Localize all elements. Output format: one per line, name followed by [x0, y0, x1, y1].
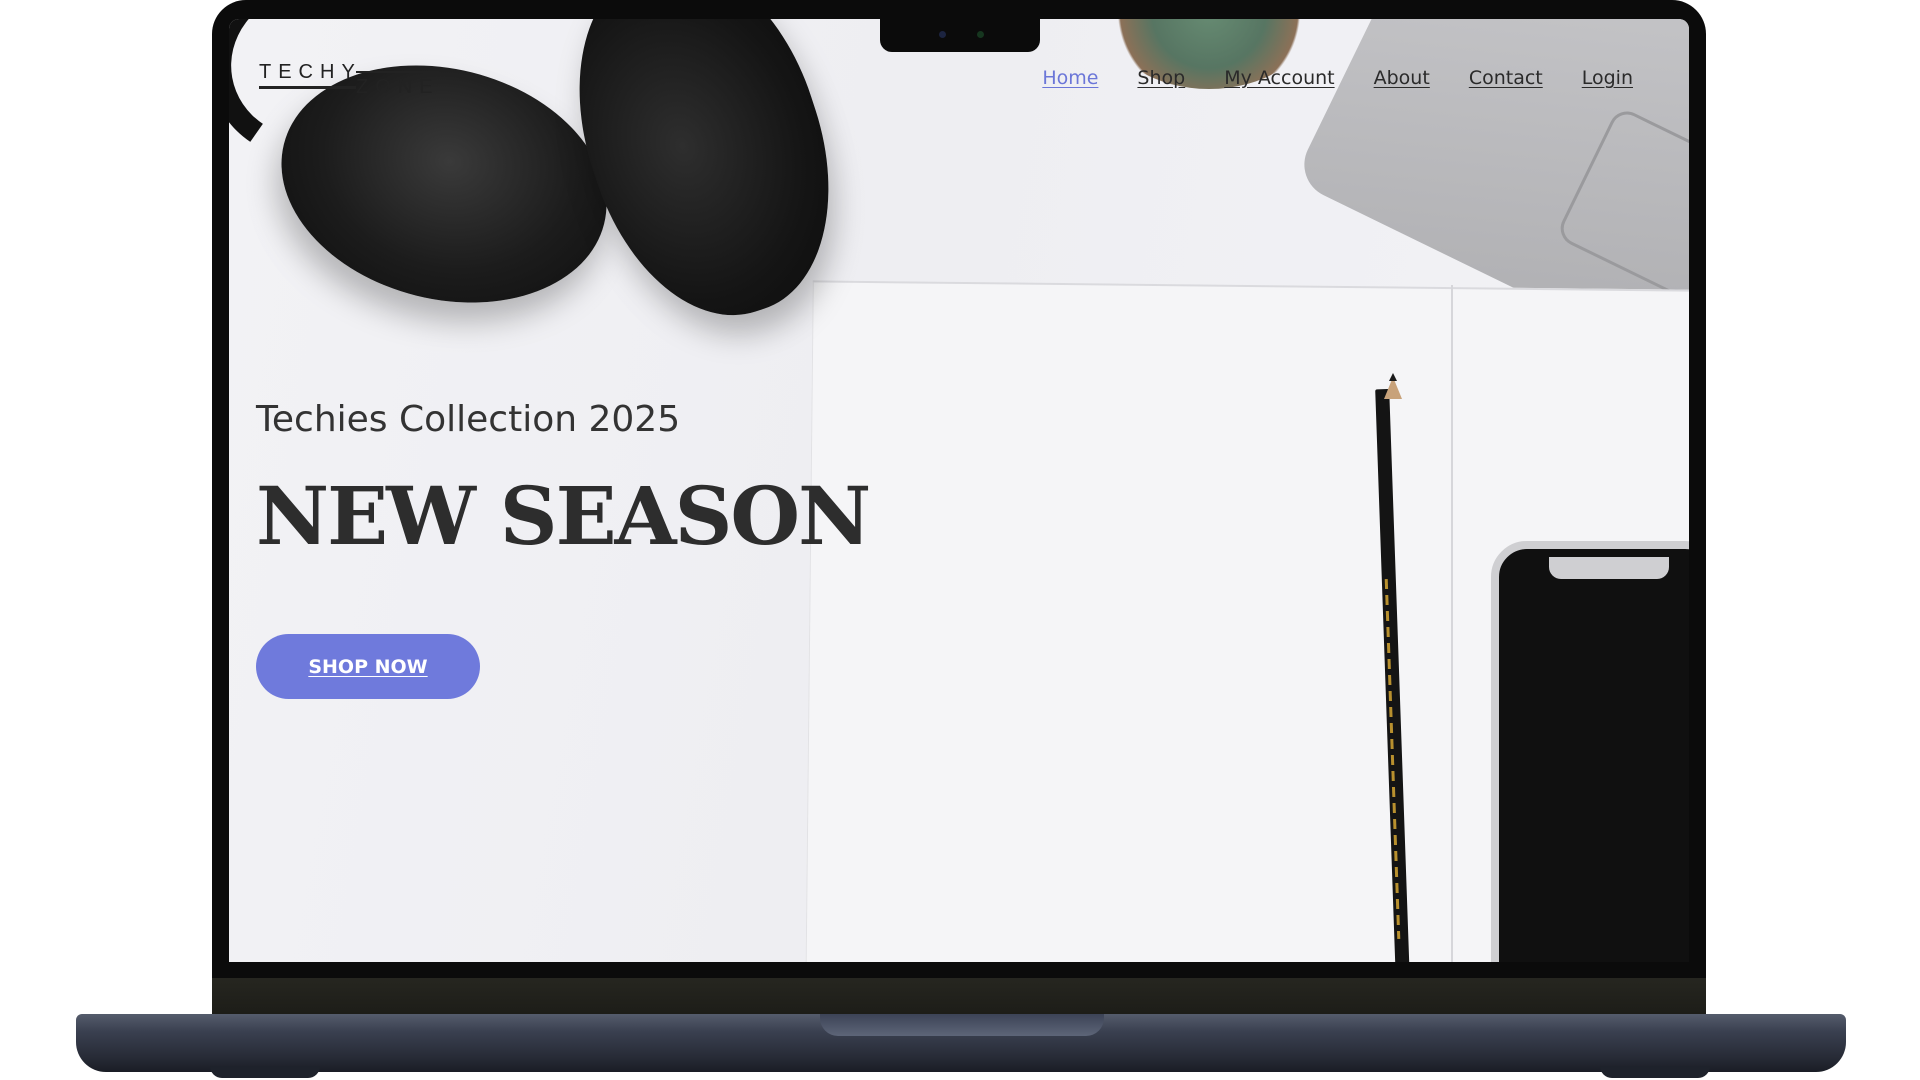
laptop-hinge: [212, 978, 1706, 1014]
laptop-screen: TECHY ZONE Home Shop My Account About Co…: [229, 19, 1689, 962]
nav-link-home[interactable]: Home: [1042, 67, 1098, 89]
logo-underline: [259, 86, 356, 89]
background-phone-image: [1491, 541, 1689, 962]
logo-text-bottom: ZONE: [356, 76, 440, 98]
paper-edge: [1451, 285, 1453, 962]
pencil-lead: [1389, 373, 1397, 381]
logo-overline: [356, 71, 439, 73]
laptop-base-notch: [820, 1014, 1104, 1036]
shop-now-button[interactable]: SHOP NOW: [256, 634, 480, 699]
nav-link-about[interactable]: About: [1374, 67, 1430, 89]
nav-link-login[interactable]: Login: [1582, 67, 1633, 89]
camera-indicator-light: [977, 31, 984, 38]
hero-headline: NEW SEASON: [256, 469, 871, 563]
laptop-foot-right: [1600, 1066, 1710, 1078]
main-nav: Home Shop My Account About Contact Login: [1042, 67, 1633, 89]
camera-icon: [939, 31, 946, 38]
phone-notch: [1549, 557, 1669, 579]
site-logo[interactable]: TECHY ZONE: [259, 61, 439, 101]
hero-subtitle: Techies Collection 2025: [256, 399, 681, 440]
laptop-base: [76, 1014, 1846, 1072]
nav-link-my-account[interactable]: My Account: [1224, 67, 1334, 89]
laptop-foot-left: [210, 1066, 320, 1078]
logo-text-top: TECHY: [259, 61, 362, 83]
camera-notch: [880, 19, 1040, 52]
nav-link-shop[interactable]: Shop: [1137, 67, 1185, 89]
nav-link-contact[interactable]: Contact: [1469, 67, 1543, 89]
